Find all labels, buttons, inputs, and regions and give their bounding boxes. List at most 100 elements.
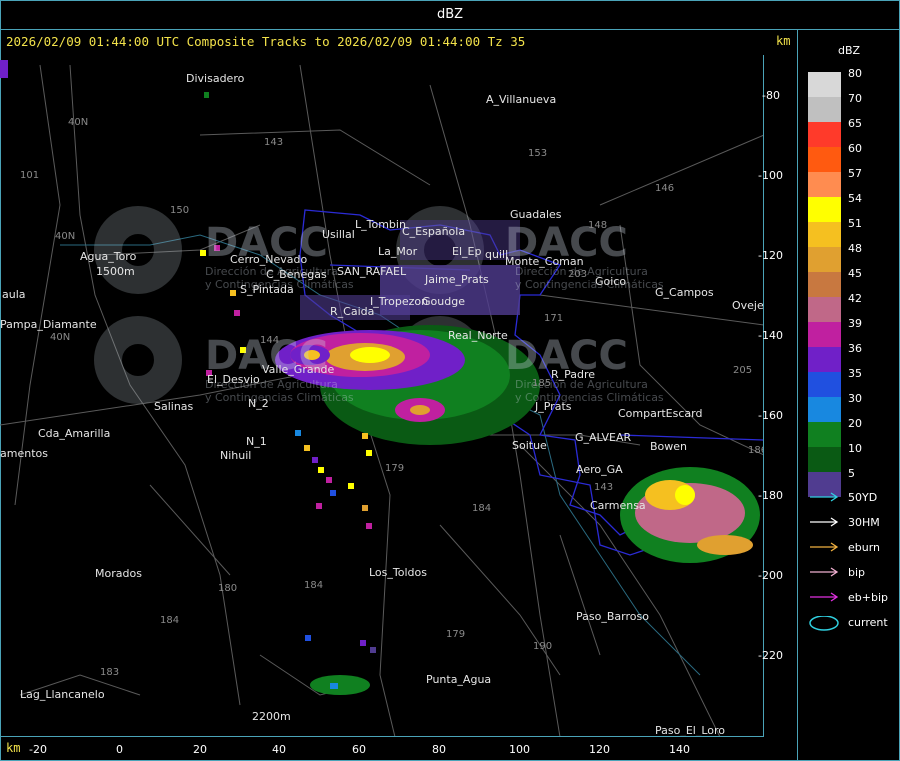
window-title: dBZ bbox=[1, 1, 899, 30]
x-tick: 40 bbox=[272, 743, 286, 756]
place-label: S_Pintada bbox=[240, 283, 294, 296]
scale-swatch bbox=[808, 397, 841, 422]
scale-label: 70 bbox=[848, 92, 862, 105]
place-label: 1500m bbox=[96, 265, 135, 278]
radar-map[interactable]: DACC DACC DACC DACC Dirección de Agricul… bbox=[0, 55, 764, 737]
place-label: G_ALVEAR bbox=[575, 431, 632, 444]
place-label: Guadales bbox=[510, 208, 562, 221]
track-label: current bbox=[848, 616, 888, 629]
track-label: eb+bip bbox=[848, 591, 888, 604]
legend-title: dBZ bbox=[838, 44, 861, 57]
place-label: Monte_Coman bbox=[505, 255, 584, 268]
track-label: 30HM bbox=[848, 516, 880, 529]
scale-label: 36 bbox=[848, 342, 862, 355]
place-label: C_Española bbox=[402, 225, 466, 238]
place-label: I_Tropezon bbox=[370, 295, 429, 308]
road-number: 186 bbox=[748, 445, 763, 456]
scale-swatch bbox=[808, 122, 841, 147]
scale-swatch bbox=[808, 222, 841, 247]
x-tick: 120 bbox=[589, 743, 610, 756]
y-tick: -180 bbox=[758, 489, 783, 502]
road-number: 183 bbox=[100, 667, 120, 678]
place-label: Goico bbox=[595, 275, 627, 288]
x-tick: 100 bbox=[509, 743, 530, 756]
road-number: 185 bbox=[532, 378, 552, 389]
x-tick: 20 bbox=[193, 743, 207, 756]
x-tick: 80 bbox=[432, 743, 446, 756]
place-label: G_Campos bbox=[655, 286, 714, 299]
road-number: 144 bbox=[260, 335, 280, 346]
place-label: Usillal bbox=[322, 228, 355, 241]
scale-swatch bbox=[808, 172, 841, 197]
place-label: SAN_RAFAEL bbox=[337, 265, 407, 278]
place-label: Morados bbox=[95, 567, 142, 580]
arrow-icon bbox=[810, 592, 839, 602]
place-label: J_Prats bbox=[535, 400, 572, 413]
place-label: A_Villanueva bbox=[486, 93, 557, 106]
scale-swatch bbox=[808, 422, 841, 447]
scale-label: 60 bbox=[848, 142, 862, 155]
road-number: 184 bbox=[472, 503, 492, 514]
place-label: Carmensa bbox=[590, 499, 646, 512]
scale-label: 51 bbox=[848, 217, 862, 230]
road-number: 203 bbox=[568, 269, 588, 280]
scale-swatch bbox=[808, 272, 841, 297]
scale-label: 35 bbox=[848, 367, 862, 380]
place-label: Bowen bbox=[650, 440, 688, 453]
road-number: 101 bbox=[20, 170, 40, 181]
place-label: El_Ep bbox=[452, 245, 482, 258]
place-label: amentos bbox=[0, 447, 48, 460]
road-number: 171 bbox=[544, 313, 564, 324]
place-label: Valle_Grande bbox=[262, 363, 335, 376]
road-number: 143 bbox=[594, 482, 614, 493]
place-label: L_Tombin bbox=[355, 218, 406, 231]
scale-label: 10 bbox=[848, 442, 862, 455]
road-number: 40N bbox=[68, 117, 89, 128]
road-number: 190 bbox=[533, 641, 553, 652]
scale-label: 48 bbox=[848, 242, 862, 255]
dbz-scale-labels: 80 70 65 60 57 54 51 48 45 42 39 36 35 30 20 10 5 bbox=[848, 68, 862, 493]
scale-swatch bbox=[808, 72, 841, 97]
place-label: Aero_GA bbox=[576, 463, 623, 476]
place-label: N_2 bbox=[248, 397, 269, 410]
ellipse-icon bbox=[809, 616, 839, 631]
x-tick: 0 bbox=[116, 743, 123, 756]
arrow-icon bbox=[810, 517, 839, 527]
road-number: 146 bbox=[655, 183, 675, 194]
y-tick: -200 bbox=[758, 569, 783, 582]
dbz-color-scale bbox=[808, 72, 841, 497]
place-label: Soitue bbox=[512, 439, 547, 452]
scale-label: 30 bbox=[848, 392, 862, 405]
place-label: CompartEscard bbox=[618, 407, 703, 420]
place-label: C_Benegas bbox=[266, 268, 327, 281]
km-unit-bottom: km bbox=[6, 741, 21, 755]
place-label: R_Caida bbox=[330, 305, 375, 318]
panel-divider bbox=[797, 29, 798, 761]
place-label: Lag_Llancanelo bbox=[20, 688, 105, 701]
track-label: bip bbox=[848, 566, 866, 579]
scale-label: 57 bbox=[848, 167, 862, 180]
scale-swatch bbox=[808, 347, 841, 372]
scale-label: 45 bbox=[848, 267, 862, 280]
scale-label: 39 bbox=[848, 317, 862, 330]
road-number: 205 bbox=[733, 365, 753, 376]
place-label: Cda_Amarilla bbox=[38, 427, 111, 440]
place-label: Cerro_Nevado bbox=[230, 253, 308, 266]
place-label: Paso_Barroso bbox=[576, 610, 649, 623]
road-number: 143 bbox=[264, 137, 284, 148]
x-tick: -20 bbox=[29, 743, 47, 756]
scale-label: 5 bbox=[848, 467, 855, 480]
scale-swatch bbox=[808, 197, 841, 222]
road-number: 179 bbox=[446, 629, 466, 640]
watermark-line: Dirección de Agricultura y Contingencias … bbox=[515, 265, 664, 291]
road-number: 184 bbox=[160, 615, 180, 626]
x-tick: 60 bbox=[352, 743, 366, 756]
place-label: Pampa_Diamante bbox=[0, 318, 97, 331]
place-label: aula bbox=[2, 288, 26, 301]
place-label: Paso_El_Loro bbox=[655, 724, 726, 737]
track-label: eburn bbox=[848, 541, 881, 554]
place-label: Nihuil bbox=[220, 449, 252, 462]
place-label: Oveje bbox=[732, 299, 764, 312]
place-label: Salinas bbox=[154, 400, 194, 413]
arrow-icon bbox=[810, 492, 839, 502]
